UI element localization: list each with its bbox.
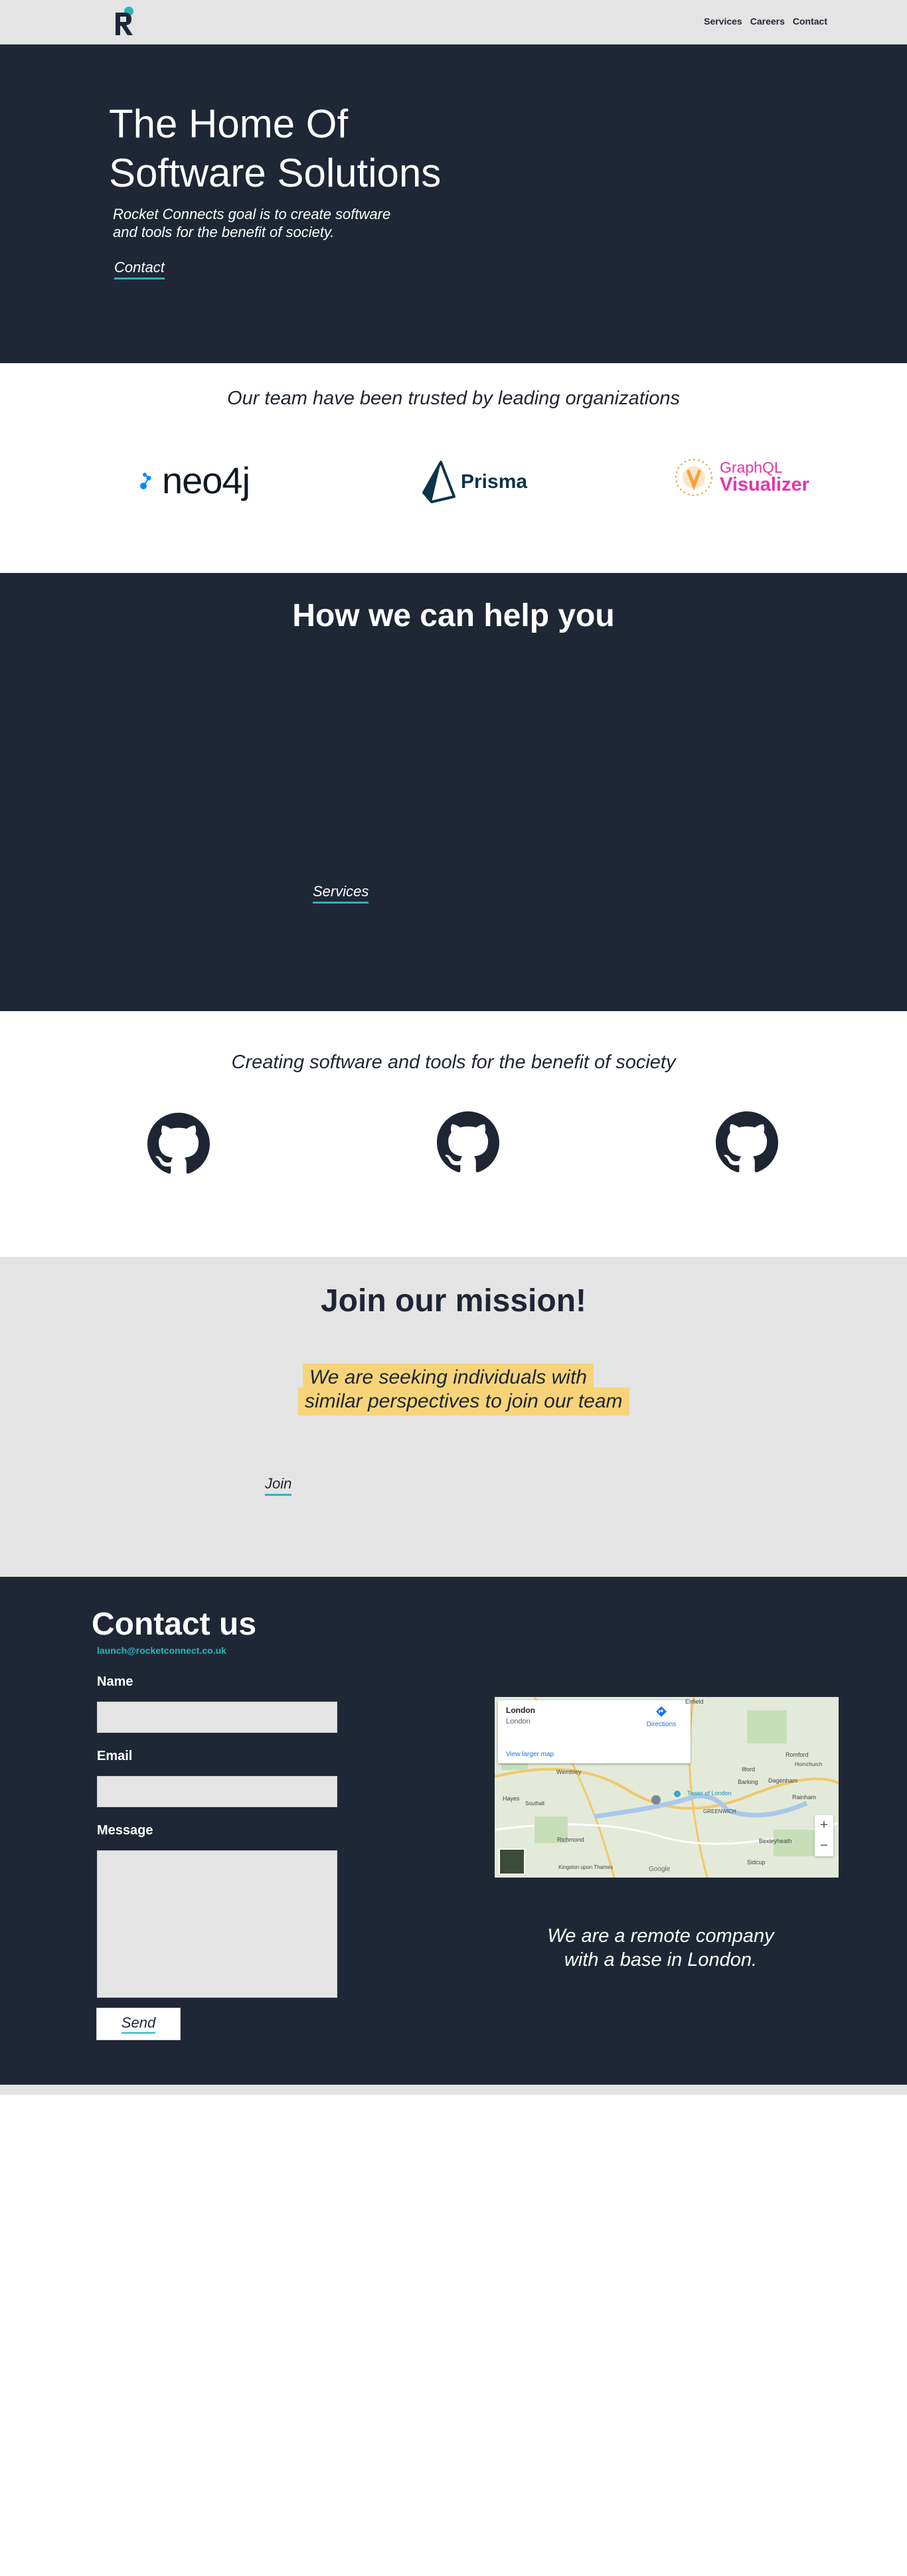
map-label-kingston: Kingston upon Thames (558, 1864, 614, 1870)
hero-section (0, 44, 907, 363)
map-label-hayes: Hayes (503, 1795, 520, 1802)
name-label: Name (97, 1674, 133, 1689)
map-label-greenwich: GREENWICH (703, 1809, 736, 1814)
help-section (0, 573, 907, 1011)
zoom-out-icon[interactable]: − (815, 1836, 833, 1856)
map-info-card: London London Directions View larger map (498, 1700, 691, 1763)
github-icon[interactable] (437, 1111, 499, 1174)
prisma-icon (422, 461, 455, 503)
remote-line2: with a base in London. (564, 1949, 758, 1971)
hero-title: The Home Of Software Solutions (109, 100, 507, 198)
trusted-title: Our team have been trusted by leading or… (227, 388, 680, 409)
github-icon[interactable] (147, 1113, 210, 1175)
map-label-dagenham: Dagenham (768, 1777, 798, 1784)
prisma-wordmark: Prisma (461, 471, 528, 493)
map-label-enfield: Enfield (685, 1698, 704, 1705)
send-button[interactable]: Send (96, 2008, 181, 2040)
help-services-wrap: Services (313, 883, 369, 904)
prisma-logo: Prisma (422, 461, 527, 503)
hero-subtitle: Rocket Connects goal is to create softwa… (113, 205, 405, 241)
map-label-bexleyheath: Bexleyheath (759, 1838, 792, 1844)
directions-label: Directions (646, 1721, 677, 1728)
hero-subtitle-line2: and tools for the benefit of society. (113, 224, 335, 240)
contact-title: Contact us (92, 1607, 257, 1642)
visualizer-text: Visualizer (720, 474, 809, 495)
join-title: Join our mission! (320, 1283, 587, 1319)
zoom-in-icon[interactable]: + (815, 1815, 833, 1836)
nav-contact[interactable]: Contact (793, 16, 827, 27)
services-link[interactable]: Services (313, 883, 369, 904)
main-nav: Services Careers Contact (704, 16, 827, 27)
map-label-romford: Romford (785, 1751, 809, 1758)
map-directions-button[interactable]: Directions (641, 1706, 681, 1728)
footer-strip (0, 2085, 907, 2095)
neo4j-logo: neo4j (139, 462, 250, 499)
graphql-visualizer-logo: GraphQL Visualizer (673, 457, 809, 498)
graphql-text: GraphQL (720, 459, 783, 476)
nav-careers[interactable]: Careers (750, 16, 785, 27)
map-label-wembley: Wembley (556, 1769, 582, 1775)
github-icon[interactable] (716, 1111, 778, 1174)
join-link-wrap: Join (265, 1475, 292, 1496)
contact-email-link[interactable]: launch@rocketconnect.co.uk (97, 1645, 226, 1656)
nav-services[interactable]: Services (704, 16, 742, 27)
map-zoom-controls: + − (815, 1815, 833, 1856)
view-larger-map-link[interactable]: View larger map (506, 1751, 554, 1758)
graphql-visualizer-wordmark: GraphQL Visualizer (720, 460, 809, 495)
name-input[interactable] (97, 1702, 337, 1733)
map-label-hornchurch: Hornchurch (795, 1761, 823, 1767)
join-link[interactable]: Join (265, 1475, 292, 1496)
map-embed[interactable]: London London Directions View larger map… (495, 1697, 839, 1878)
map-label-ilford: Ilford (742, 1766, 756, 1773)
directions-icon (656, 1706, 667, 1717)
join-highlight-line2: similar perspectives to join our team (298, 1388, 629, 1415)
remote-line1: We are a remote company (547, 1925, 774, 1947)
hero-title-line2: Software Solutions (109, 151, 442, 195)
neo4j-wordmark: neo4j (162, 459, 250, 501)
map-satellite-toggle[interactable] (499, 1848, 525, 1875)
remote-company-text: We are a remote company with a base in L… (495, 1924, 827, 1972)
map-label-richmond: Richmond (557, 1836, 584, 1843)
neo4j-graph-icon (140, 473, 151, 489)
hero-title-line1: The Home Of (109, 102, 349, 146)
send-label: Send (121, 2014, 156, 2034)
map-label-sidcup: Sidcup (747, 1859, 766, 1866)
map-place-title: London (506, 1706, 535, 1715)
map-place-subtitle: London (506, 1718, 531, 1726)
rocket-connect-logo[interactable] (113, 6, 135, 37)
map-label-tower-of-london: Tower of London (687, 1790, 732, 1797)
email-input[interactable] (97, 1776, 337, 1807)
map-label-southall: Southall (525, 1801, 544, 1807)
email-label: Email (97, 1749, 133, 1763)
map-label-rainham: Rainham (792, 1794, 817, 1801)
message-textarea[interactable] (97, 1850, 337, 1998)
hero-contact-wrap: Contact (114, 259, 165, 280)
hero-contact-link[interactable]: Contact (114, 259, 165, 280)
creating-title: Creating software and tools for the bene… (231, 1052, 676, 1073)
help-title: How we can help you (292, 598, 615, 633)
google-logo: Google (649, 1866, 671, 1873)
hero-subtitle-line1: Rocket Connects goal is to create softwa… (113, 206, 391, 222)
map-label-barking: Barking (738, 1779, 758, 1785)
graphql-visualizer-icon (675, 459, 712, 496)
message-label: Message (97, 1823, 153, 1838)
